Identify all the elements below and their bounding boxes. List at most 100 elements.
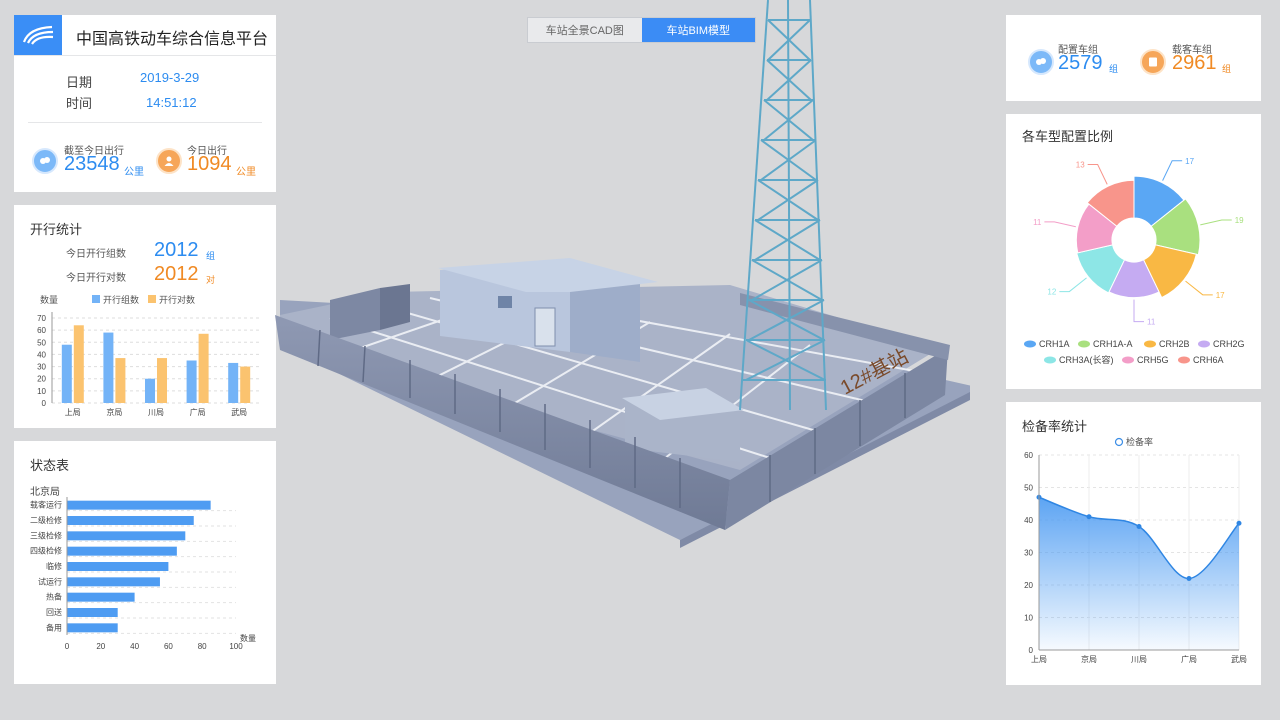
y-tick-label: 20 [37, 375, 46, 384]
date-value: 2019-3-29 [140, 70, 200, 85]
operation-bar-chart: 数量 开行组数 开行对数 0 10 20 30 40 50 60 70 上局 京局 川局 广局 武局 [37, 294, 260, 417]
x-axis-label: 数量 [240, 633, 256, 643]
legend-swatch [1044, 356, 1056, 364]
x-tick-label: 川局 [1131, 655, 1147, 664]
category-label: 载客运行 [30, 500, 62, 510]
x-tick-label: 武局 [231, 407, 247, 417]
legend-swatch [148, 295, 156, 303]
data-label: 17 [1216, 291, 1225, 300]
legend-swatch [1024, 340, 1036, 348]
x-tick-label: 上局 [65, 408, 81, 417]
pairs-value: 2012 [154, 263, 199, 285]
x-tick-label: 0 [65, 642, 70, 651]
y-tick-label: 30 [37, 363, 46, 372]
mileage-total-icon [32, 148, 58, 174]
configured-unit: 组 [1109, 64, 1119, 74]
mileage-today-unit: 公里 [236, 167, 256, 178]
legend-swatch [1078, 340, 1090, 348]
ratio-title: 各车型配置比例 [1022, 129, 1114, 144]
fleet-panel: 配置车组 2579 组 载客车组 2961 组 [1006, 15, 1261, 101]
category-label: 临修 [46, 561, 62, 571]
legend-label: CRH1A [1039, 339, 1070, 349]
ratio-panel: 各车型配置比例 17 19 17 11 12 11 13 CRH1A CRH1A-A CRH2B C… [1006, 114, 1261, 389]
operation-panel: 开行统计 今日开行组数 2012 组 今日开行对数 2012 对 数量 开行组数 开… [14, 205, 276, 428]
x-tick-label: 广局 [1181, 654, 1197, 664]
bar [67, 546, 177, 556]
category-label: 试运行 [38, 576, 62, 586]
pairs-label: 今日开行对数 [66, 273, 126, 284]
bar [103, 332, 114, 403]
groups-value: 2012 [154, 239, 199, 261]
bar [198, 333, 209, 403]
bar [61, 344, 72, 403]
label-line [1162, 160, 1183, 181]
y-axis-label: 数量 [40, 294, 58, 305]
status-bar-chart: 载客运行二级检修三级检修四级检修临修试运行热备回送备用 0 20 40 60 80 100数… [30, 497, 256, 651]
bar [240, 366, 251, 403]
data-point [1236, 520, 1242, 526]
category-label: 回送 [46, 607, 62, 617]
legend-swatch [1144, 340, 1156, 348]
x-tick-label: 京局 [1081, 654, 1097, 664]
x-tick-label: 京局 [106, 407, 122, 417]
x-tick-label: 60 [164, 642, 173, 651]
carrying-value: 2961 [1172, 52, 1217, 74]
x-tick-label: 武局 [1231, 654, 1247, 664]
y-tick-label: 60 [37, 326, 46, 335]
time-value: 14:51:12 [146, 95, 197, 110]
x-tick-label: 广局 [190, 407, 206, 417]
bar [67, 531, 186, 541]
bim-model-view[interactable]: 12#基站 [270, 0, 970, 580]
bar [67, 592, 135, 602]
y-tick-label: 10 [1024, 614, 1033, 623]
legend-label: CRH2B [1159, 339, 1190, 349]
x-tick-label: 80 [198, 642, 207, 651]
category-label: 热备 [46, 592, 62, 602]
divider [14, 55, 276, 56]
bar [67, 608, 118, 617]
bar [67, 562, 169, 571]
mileage-today-value: 1094 [187, 153, 232, 175]
legend-label: CRH5G [1137, 355, 1169, 365]
time-label: 时间 [66, 96, 93, 111]
y-tick-label: 30 [1024, 549, 1033, 558]
category-label: 四级检修 [30, 546, 62, 556]
bar [145, 378, 155, 403]
y-tick-label: 50 [37, 338, 46, 347]
legend-swatch [1122, 356, 1134, 364]
divider [28, 122, 262, 123]
bar [157, 358, 167, 403]
data-point [1136, 524, 1142, 529]
bar [67, 623, 118, 633]
ratio-pie-chart: 17 19 17 11 12 11 13 CRH1A CRH1A-A CRH2B CRH2G CRH3… [1024, 157, 1245, 365]
info-panel: 中国高铁动车综合信息平台 日期 2019-3-29 时间 14:51:12 截至… [14, 15, 276, 192]
label-line [1133, 299, 1144, 323]
logo-icon [14, 15, 62, 55]
legend-swatch [1178, 356, 1190, 364]
bar [186, 360, 197, 403]
mileage-total-unit: 公里 [124, 167, 144, 178]
data-label: 12 [1047, 288, 1056, 297]
status-panel: 状态表 北京局 载客运行 二级检修 三级检修 四级检修 临修 试运行 热备 回送 备用 0 20 40… [14, 441, 276, 684]
data-point [1086, 514, 1092, 520]
y-tick-label: 0 [42, 399, 47, 408]
x-tick-label: 20 [96, 642, 105, 651]
bar [67, 577, 160, 587]
x-tick-label: 上局 [1031, 655, 1047, 664]
label-line [1059, 277, 1087, 293]
legend-label: CRH1A-A [1093, 339, 1133, 349]
legend-swatch [1198, 340, 1210, 348]
carrying-unit: 组 [1222, 64, 1232, 74]
operation-title: 开行统计 [30, 222, 83, 237]
y-tick-label: 10 [37, 387, 46, 396]
y-tick-label: 40 [1024, 516, 1033, 525]
data-point [1186, 576, 1192, 581]
label-line [1185, 280, 1213, 296]
bar [115, 358, 126, 403]
y-tick-label: 0 [1029, 646, 1034, 655]
legend-swatch [92, 295, 100, 303]
category-label: 备用 [46, 622, 62, 632]
carriage-icon [1140, 49, 1166, 75]
bar [67, 500, 211, 510]
pairs-unit: 对 [206, 275, 216, 285]
